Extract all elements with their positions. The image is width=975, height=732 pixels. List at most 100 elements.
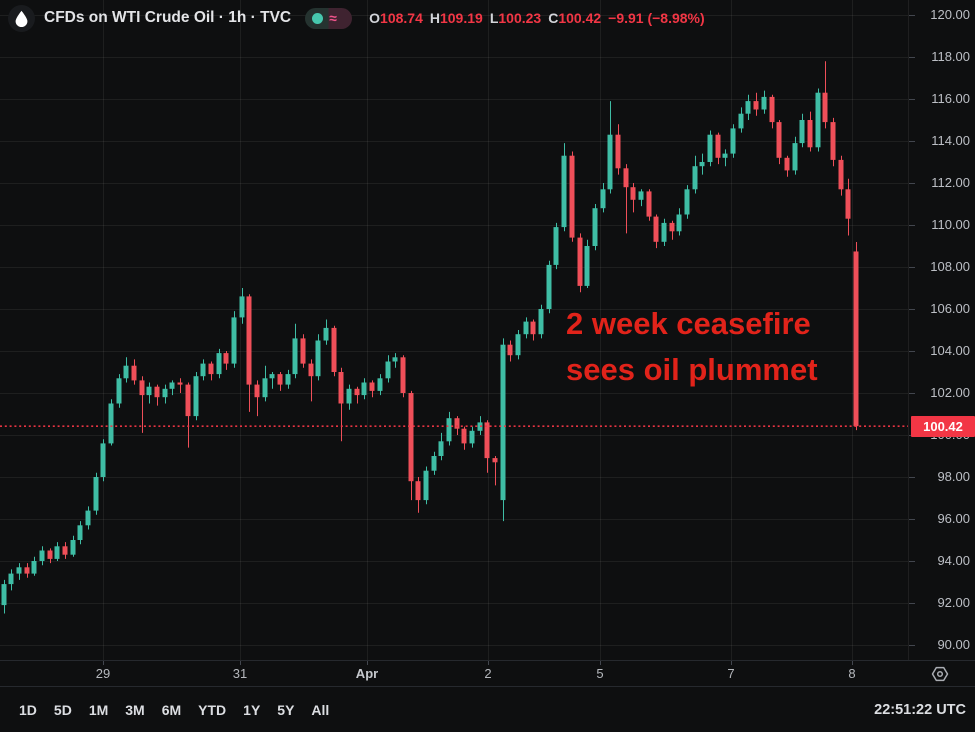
candle-body <box>770 97 775 122</box>
annotation-line1: 2 week ceasefire <box>566 301 818 347</box>
candle-body <box>723 154 728 158</box>
price-axis-label: 118.00 <box>931 49 970 65</box>
candle-body <box>793 143 798 170</box>
candle-body <box>48 551 53 559</box>
candle-body <box>693 166 698 189</box>
candle-body <box>278 374 283 385</box>
candle-body <box>846 189 851 218</box>
candle-body <box>785 158 790 171</box>
candle-body <box>662 223 667 242</box>
range-button-5d[interactable]: 5D <box>54 702 72 718</box>
range-button-5y[interactable]: 5Y <box>277 702 294 718</box>
candle-body <box>777 122 782 158</box>
range-button-3m[interactable]: 3M <box>125 702 144 718</box>
candle-body <box>462 429 467 444</box>
candle-body <box>409 393 414 481</box>
candle-body <box>2 584 7 605</box>
symbol-title[interactable]: CFDs on WTI Crude Oil · 1h · TVC <box>44 9 291 27</box>
time-axis-label: 31 <box>233 666 247 681</box>
candle-body <box>117 378 122 403</box>
candle-body <box>455 418 460 429</box>
candle-body <box>432 456 437 471</box>
time-axis[interactable]: 2931Apr2578 <box>0 660 975 686</box>
candle-body <box>547 265 552 309</box>
candle-body <box>55 546 60 559</box>
candle-body <box>647 191 652 216</box>
candle-body <box>147 387 152 395</box>
price-axis[interactable]: 120.00118.00116.00114.00112.00110.00108.… <box>908 0 975 660</box>
range-button-ytd[interactable]: YTD <box>198 702 226 718</box>
candle-body <box>816 93 821 148</box>
candle-body <box>470 431 475 444</box>
candle-body <box>746 101 751 114</box>
approx-derived-data-icon: ≈ <box>329 11 337 25</box>
price-axis-tick <box>909 15 915 16</box>
chart-header: CFDs on WTI Crude Oil · 1h · TVC ≈ O108.… <box>0 0 908 36</box>
price-axis-tick <box>909 603 915 604</box>
price-axis-label: 98.00 <box>937 469 970 485</box>
candle-body <box>255 385 260 398</box>
candle-body <box>508 345 513 356</box>
candle-body <box>562 156 567 227</box>
candle-body <box>378 378 383 391</box>
candle-body <box>739 114 744 129</box>
candle-body <box>140 380 145 395</box>
price-axis-label: 104.00 <box>930 343 970 359</box>
range-button-1d[interactable]: 1D <box>19 702 37 718</box>
candle-body <box>386 362 391 379</box>
candle-body <box>516 334 521 355</box>
candle-body <box>25 567 30 573</box>
candle-body <box>63 546 68 554</box>
candle-body <box>270 374 275 378</box>
candle-body <box>670 223 675 231</box>
candle-body <box>332 328 337 372</box>
time-axis-label: 2 <box>484 666 491 681</box>
status-dot-icon <box>312 13 323 24</box>
oil-droplet-icon <box>8 5 35 32</box>
price-axis-tick <box>909 477 915 478</box>
range-button-1y[interactable]: 1Y <box>243 702 260 718</box>
price-axis-label: 116.00 <box>931 91 970 107</box>
candle-body <box>839 160 844 189</box>
candle-body <box>17 567 22 573</box>
time-axis-tick <box>367 661 368 665</box>
candle-body <box>447 418 452 441</box>
price-axis-label: 96.00 <box>937 511 970 527</box>
candle-body <box>616 135 621 169</box>
candle-body <box>40 551 45 562</box>
axis-settings-gear-icon[interactable] <box>930 664 950 684</box>
market-status-pill[interactable]: ≈ <box>305 8 352 29</box>
clock[interactable]: 22:51:22 UTC <box>874 702 966 718</box>
open-value: 108.74 <box>380 10 423 26</box>
candle-body <box>424 471 429 500</box>
high-label: H <box>430 10 440 26</box>
range-button-1m[interactable]: 1M <box>89 702 108 718</box>
candle-body <box>186 385 191 417</box>
tradingview-chart-window: 2 week ceasefire sees oil plummet CFDs o… <box>0 0 975 732</box>
candle-body <box>78 525 83 540</box>
candle-body <box>539 309 544 334</box>
chart-canvas[interactable]: 2 week ceasefire sees oil plummet <box>0 0 908 660</box>
time-axis-tick <box>852 661 853 665</box>
price-axis-tick <box>909 561 915 562</box>
candle-body <box>601 189 606 208</box>
ohlc-readout: O108.74H109.19L100.23C100.42−9.91 (−8.98… <box>369 10 705 26</box>
candle-body <box>32 561 37 574</box>
candle-body <box>677 215 682 232</box>
candle-body <box>316 341 321 377</box>
current-price-value: 100.42 <box>923 419 963 434</box>
range-button-all[interactable]: All <box>311 702 329 718</box>
candle-body <box>685 189 690 214</box>
high-value: 109.19 <box>440 10 483 26</box>
range-button-6m[interactable]: 6M <box>162 702 181 718</box>
price-axis-tick <box>909 267 915 268</box>
candle-body <box>608 135 613 190</box>
price-axis-label: 112.00 <box>931 175 970 191</box>
candle-body <box>416 481 421 500</box>
candle-body <box>355 389 360 395</box>
price-axis-tick <box>909 393 915 394</box>
candle-body <box>762 97 767 110</box>
candle-body <box>109 404 114 444</box>
candle-body <box>493 458 498 462</box>
candle-body <box>570 156 575 238</box>
